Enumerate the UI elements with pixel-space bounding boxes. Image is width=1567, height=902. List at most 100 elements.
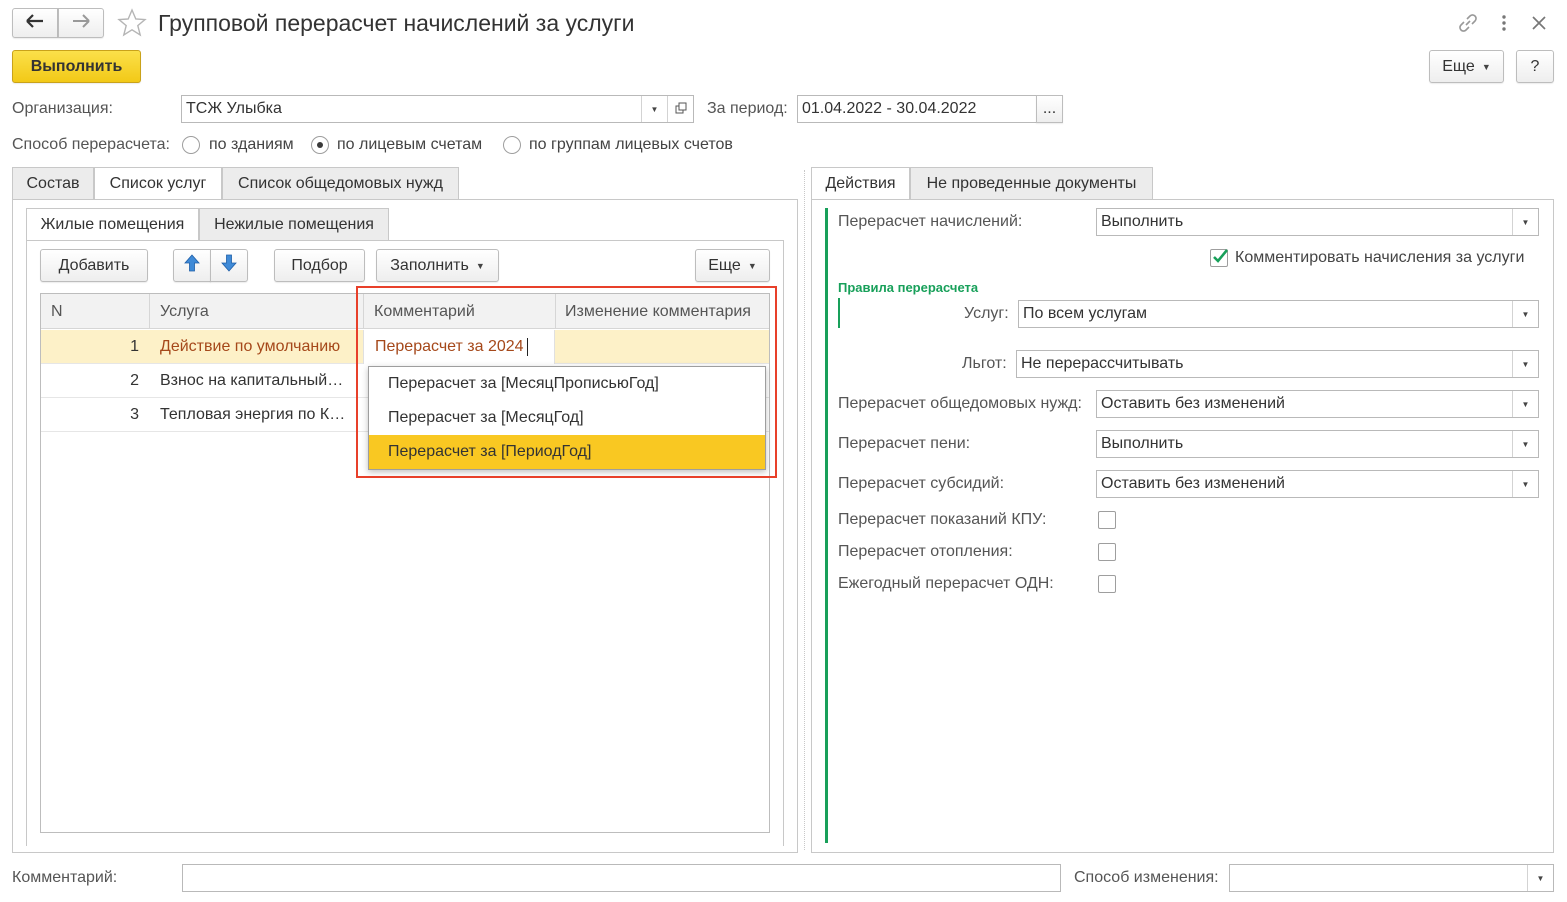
recalc-select[interactable]: Выполнить ▼ [1096,208,1539,236]
fill-button[interactable]: Заполнить ▼ [376,249,499,282]
chevron-down-icon: ▼ [1521,359,1530,369]
row-service: Тепловая энергия по К… [160,406,346,423]
star-icon[interactable] [117,8,147,43]
row-number: 1 [130,338,139,355]
grid-more-button[interactable]: Еще ▼ [695,249,770,282]
org-value: ТСЖ Улыбка [186,100,282,117]
services-label: Услуг: [964,305,1009,322]
dropdown-button[interactable]: ▼ [1512,209,1538,235]
execute-button[interactable]: Выполнить [12,50,141,83]
tab-actions[interactable]: Действия [811,167,910,200]
dropdown-button[interactable]: ▼ [1527,865,1553,891]
tab-common-needs[interactable]: Список общедомовых нужд [222,167,459,199]
arrow-down-icon [221,254,237,277]
penalty-select[interactable]: Выполнить ▼ [1096,430,1539,458]
move-up-button[interactable] [173,249,211,282]
tab-services[interactable]: Список услуг [94,167,222,200]
chevron-down-icon: ▼ [1521,479,1530,489]
panel-splitter[interactable] [804,170,805,850]
fill-button-label: Заполнить [390,256,469,274]
method-option-buildings[interactable]: по зданиям [209,136,294,154]
arrow-up-icon [184,254,200,277]
dropdown-button[interactable]: ▼ [1512,351,1538,377]
tab-unposted-docs[interactable]: Не проведенные документы [910,167,1153,199]
tab-composition[interactable]: Состав [12,167,94,199]
col-header-n[interactable]: N [51,294,149,329]
chevron-down-icon: ▼ [1536,873,1545,883]
forward-button[interactable] [58,8,104,38]
method-radio-accounts[interactable] [311,136,329,154]
method-option-accounts[interactable]: по лицевым счетам [337,136,482,154]
comment-checkbox-label[interactable]: Комментировать начисления за услуги [1235,249,1524,267]
grid-more-button-label: Еще [708,256,741,274]
select-button[interactable]: Подбор [274,249,365,282]
rules-title: Правила перерасчета [838,280,979,295]
benefits-label: Льгот: [962,355,1007,372]
annual-checkbox[interactable] [1098,575,1116,593]
footer-comment-label: Комментарий: [12,869,118,886]
org-dropdown-button[interactable]: ▼ [641,96,667,122]
rules-group-bar [838,298,840,328]
heating-checkbox[interactable] [1098,543,1116,561]
tab-composition-label: Состав [26,174,80,192]
dropdown-button[interactable]: ▼ [1512,471,1538,497]
method-radio-groups[interactable] [503,136,521,154]
benefits-value: Не перерассчитывать [1021,355,1184,372]
period-select-label: ... [1042,100,1057,117]
recalc-label: Перерасчет начислений: [838,213,1023,230]
chevron-down-icon: ▼ [1521,309,1530,319]
back-button[interactable] [12,8,58,38]
checkmark-icon [1211,248,1229,271]
common-needs-label: Перерасчет общедомовых нужд: [838,395,1082,412]
common-needs-select[interactable]: Оставить без изменений ▼ [1096,390,1539,418]
period-select-button[interactable]: ... [1036,95,1063,123]
tab-services-label: Список услуг [109,175,207,192]
common-needs-value: Оставить без изменений [1101,395,1285,412]
add-button[interactable]: Добавить [40,249,148,282]
more-vert-icon[interactable] [1499,13,1509,38]
change-method-label: Способ изменения: [1074,869,1219,886]
add-button-label: Добавить [58,256,130,274]
caret-down-icon: ▼ [747,260,757,271]
recalc-value: Выполнить [1101,213,1184,230]
more-button-top-label: Еще [1442,57,1475,75]
org-field[interactable]: ТСЖ Улыбка ▼ [181,95,694,123]
subsidy-label: Перерасчет субсидий: [838,475,1005,492]
dropdown-button[interactable]: ▼ [1512,301,1538,327]
penalty-label: Перерасчет пени: [838,435,971,452]
annual-label: Ежегодный перерасчет ОДН: [838,575,1054,592]
subtab-residential[interactable]: Жилые помещения [26,208,199,241]
footer-comment-input[interactable] [182,864,1061,892]
subtab-nonresidential-label: Нежилые помещения [214,215,374,233]
close-icon[interactable] [1531,15,1547,36]
subtab-nonresidential[interactable]: Нежилые помещения [199,208,389,240]
help-button-label: ? [1530,57,1540,75]
comment-checkbox[interactable] [1210,249,1229,267]
method-option-groups[interactable]: по группам лицевых счетов [529,136,733,154]
move-down-button[interactable] [210,249,248,282]
more-button-top[interactable]: Еще ▼ [1429,50,1504,83]
tab-actions-label: Действия [825,175,896,192]
penalty-value: Выполнить [1101,435,1184,452]
execute-button-label: Выполнить [30,57,123,75]
meters-label: Перерасчет показаний КПУ: [838,511,1047,528]
dropdown-button[interactable]: ▼ [1512,431,1538,457]
change-method-select[interactable]: ▼ [1229,864,1554,892]
subsidy-select[interactable]: Оставить без изменений ▼ [1096,470,1539,498]
col-header-service[interactable]: Услуга [160,294,360,329]
org-open-button[interactable] [667,96,693,122]
dropdown-button[interactable]: ▼ [1512,391,1538,417]
method-label: Способ перерасчета: [12,136,170,153]
caret-down-icon: ▼ [475,260,485,271]
row-number: 3 [130,406,139,423]
tab-unposted-docs-label: Не проведенные документы [926,174,1137,192]
benefits-select[interactable]: Не перерассчитывать ▼ [1016,350,1539,378]
meters-checkbox[interactable] [1098,511,1116,529]
services-select[interactable]: По всем услугам ▼ [1018,300,1539,328]
link-icon[interactable] [1457,12,1479,39]
method-radio-buildings[interactable] [182,136,200,154]
period-field[interactable]: 01.04.2022 - 30.04.2022 [797,95,1037,123]
help-button[interactable]: ? [1516,50,1554,83]
services-value: По всем услугам [1023,305,1148,322]
subsidy-value: Оставить без изменений [1101,475,1285,492]
